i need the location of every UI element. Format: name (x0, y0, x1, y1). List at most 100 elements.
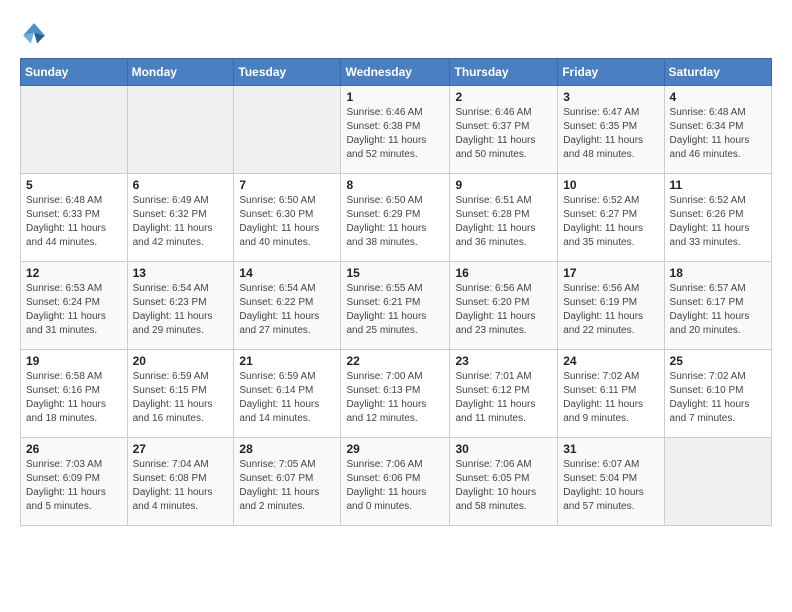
day-info: Sunrise: 7:06 AM Sunset: 6:05 PM Dayligh… (455, 458, 552, 514)
calendar-cell: 5 Sunrise: 6:48 AM Sunset: 6:33 PM Daylig… (21, 174, 128, 262)
calendar-cell: 22Sunrise: 7:00 AM Sunset: 6:13 PM Dayli… (341, 350, 450, 438)
calendar-cell: 18 Sunrise: 6:57 AM Sunset: 6:17 PM Dayli… (664, 262, 771, 350)
day-number: 19 (26, 354, 122, 368)
calendar-cell: 31Sunrise: 6:07 AM Sunset: 5:04 PM Dayli… (558, 438, 664, 526)
day-number: 2 (455, 90, 552, 104)
day-number: 17 (563, 266, 658, 280)
calendar-cell (234, 86, 341, 174)
day-number: 4 (670, 90, 766, 104)
calendar-cell: 19 Sunrise: 6:58 AM Sunset: 6:16 PM Dayli… (21, 350, 128, 438)
day-info: Sunrise: 6:56 AM Sunset: 6:20 PM Dayligh… (455, 282, 552, 338)
day-number: 20 (133, 354, 229, 368)
calendar-cell: 16 Sunrise: 6:56 AM Sunset: 6:20 PM Dayli… (450, 262, 558, 350)
day-info: Sunrise: 6:48 AM Sunset: 6:33 PM Dayligh… (26, 194, 122, 250)
day-info: Sunrise: 6:49 AM Sunset: 6:32 PM Dayligh… (133, 194, 229, 250)
day-info: Sunrise: 7:01 AM Sunset: 6:12 PM Dayligh… (455, 370, 552, 426)
calendar-cell: 12Sunrise: 6:53 AM Sunset: 6:24 PM Dayli… (21, 262, 128, 350)
day-info: Sunrise: 6:46 AM Sunset: 6:38 PM Dayligh… (346, 106, 444, 162)
weekday-header-sunday: Sunday (21, 59, 128, 86)
calendar-week-2: 5 Sunrise: 6:48 AM Sunset: 6:33 PM Daylig… (21, 174, 772, 262)
day-number: 1 (346, 90, 444, 104)
day-number: 28 (239, 442, 335, 456)
weekday-header-friday: Friday (558, 59, 664, 86)
calendar-cell: 30 Sunrise: 7:06 AM Sunset: 6:05 PM Dayli… (450, 438, 558, 526)
day-number: 9 (455, 178, 552, 192)
calendar-cell: 24 Sunrise: 7:02 AM Sunset: 6:11 PM Dayli… (558, 350, 664, 438)
calendar-week-4: 19 Sunrise: 6:58 AM Sunset: 6:16 PM Dayli… (21, 350, 772, 438)
calendar-cell: 14 Sunrise: 6:54 AM Sunset: 6:22 PM Dayli… (234, 262, 341, 350)
day-info: Sunrise: 6:56 AM Sunset: 6:19 PM Dayligh… (563, 282, 658, 338)
day-info: Sunrise: 6:52 AM Sunset: 6:27 PM Dayligh… (563, 194, 658, 250)
calendar-cell: 15Sunrise: 6:55 AM Sunset: 6:21 PM Dayli… (341, 262, 450, 350)
day-number: 26 (26, 442, 122, 456)
day-info: Sunrise: 6:54 AM Sunset: 6:23 PM Dayligh… (133, 282, 229, 338)
calendar-cell (127, 86, 234, 174)
weekday-header-wednesday: Wednesday (341, 59, 450, 86)
day-info: Sunrise: 6:52 AM Sunset: 6:26 PM Dayligh… (670, 194, 766, 250)
logo (20, 20, 52, 48)
day-info: Sunrise: 6:50 AM Sunset: 6:30 PM Dayligh… (239, 194, 335, 250)
day-number: 6 (133, 178, 229, 192)
day-info: Sunrise: 7:02 AM Sunset: 6:11 PM Dayligh… (563, 370, 658, 426)
calendar-cell: 28 Sunrise: 7:05 AM Sunset: 6:07 PM Dayli… (234, 438, 341, 526)
day-info: Sunrise: 6:55 AM Sunset: 6:21 PM Dayligh… (346, 282, 444, 338)
day-number: 3 (563, 90, 658, 104)
day-number: 12 (26, 266, 122, 280)
day-info: Sunrise: 7:06 AM Sunset: 6:06 PM Dayligh… (346, 458, 444, 514)
day-number: 10 (563, 178, 658, 192)
calendar-cell: 11 Sunrise: 6:52 AM Sunset: 6:26 PM Dayli… (664, 174, 771, 262)
day-number: 23 (455, 354, 552, 368)
logo-icon (20, 20, 48, 48)
calendar-cell: 2Sunrise: 6:46 AM Sunset: 6:37 PM Daylig… (450, 86, 558, 174)
page-header (20, 20, 772, 48)
calendar-cell: 20 Sunrise: 6:59 AM Sunset: 6:15 PM Dayli… (127, 350, 234, 438)
calendar-table: SundayMondayTuesdayWednesdayThursdayFrid… (20, 58, 772, 526)
calendar-week-5: 26 Sunrise: 7:03 AM Sunset: 6:09 PM Dayli… (21, 438, 772, 526)
day-number: 11 (670, 178, 766, 192)
day-info: Sunrise: 6:59 AM Sunset: 6:14 PM Dayligh… (239, 370, 335, 426)
calendar-cell: 27Sunrise: 7:04 AM Sunset: 6:08 PM Dayli… (127, 438, 234, 526)
calendar-cell: 9Sunrise: 6:51 AM Sunset: 6:28 PM Daylig… (450, 174, 558, 262)
day-number: 29 (346, 442, 444, 456)
calendar-cell: 7 Sunrise: 6:50 AM Sunset: 6:30 PM Daylig… (234, 174, 341, 262)
day-info: Sunrise: 6:58 AM Sunset: 6:16 PM Dayligh… (26, 370, 122, 426)
day-number: 25 (670, 354, 766, 368)
weekday-header-tuesday: Tuesday (234, 59, 341, 86)
weekday-header-saturday: Saturday (664, 59, 771, 86)
day-info: Sunrise: 7:05 AM Sunset: 6:07 PM Dayligh… (239, 458, 335, 514)
day-number: 31 (563, 442, 658, 456)
day-info: Sunrise: 7:04 AM Sunset: 6:08 PM Dayligh… (133, 458, 229, 514)
day-number: 18 (670, 266, 766, 280)
day-info: Sunrise: 6:59 AM Sunset: 6:15 PM Dayligh… (133, 370, 229, 426)
calendar-cell: 1 Sunrise: 6:46 AM Sunset: 6:38 PM Daylig… (341, 86, 450, 174)
calendar-cell: 13 Sunrise: 6:54 AM Sunset: 6:23 PM Dayli… (127, 262, 234, 350)
calendar-cell: 17 Sunrise: 6:56 AM Sunset: 6:19 PM Dayli… (558, 262, 664, 350)
day-number: 14 (239, 266, 335, 280)
calendar-cell: 10 Sunrise: 6:52 AM Sunset: 6:27 PM Dayli… (558, 174, 664, 262)
day-info: Sunrise: 6:57 AM Sunset: 6:17 PM Dayligh… (670, 282, 766, 338)
weekday-header-thursday: Thursday (450, 59, 558, 86)
calendar-cell: 4 Sunrise: 6:48 AM Sunset: 6:34 PM Daylig… (664, 86, 771, 174)
calendar-cell: 26 Sunrise: 7:03 AM Sunset: 6:09 PM Dayli… (21, 438, 128, 526)
day-number: 21 (239, 354, 335, 368)
calendar-cell: 25Sunrise: 7:02 AM Sunset: 6:10 PM Dayli… (664, 350, 771, 438)
day-number: 8 (346, 178, 444, 192)
day-number: 13 (133, 266, 229, 280)
calendar-cell: 29 Sunrise: 7:06 AM Sunset: 6:06 PM Dayli… (341, 438, 450, 526)
day-number: 30 (455, 442, 552, 456)
weekday-header-monday: Monday (127, 59, 234, 86)
calendar-body: 1 Sunrise: 6:46 AM Sunset: 6:38 PM Daylig… (21, 86, 772, 526)
calendar-week-1: 1 Sunrise: 6:46 AM Sunset: 6:38 PM Daylig… (21, 86, 772, 174)
calendar-cell: 21 Sunrise: 6:59 AM Sunset: 6:14 PM Dayli… (234, 350, 341, 438)
day-info: Sunrise: 7:03 AM Sunset: 6:09 PM Dayligh… (26, 458, 122, 514)
day-number: 5 (26, 178, 122, 192)
day-number: 16 (455, 266, 552, 280)
calendar-cell (21, 86, 128, 174)
calendar-cell: 23 Sunrise: 7:01 AM Sunset: 6:12 PM Dayli… (450, 350, 558, 438)
day-number: 7 (239, 178, 335, 192)
day-info: Sunrise: 6:47 AM Sunset: 6:35 PM Dayligh… (563, 106, 658, 162)
day-info: Sunrise: 6:48 AM Sunset: 6:34 PM Dayligh… (670, 106, 766, 162)
calendar-cell: 3 Sunrise: 6:47 AM Sunset: 6:35 PM Daylig… (558, 86, 664, 174)
day-info: Sunrise: 6:54 AM Sunset: 6:22 PM Dayligh… (239, 282, 335, 338)
day-number: 24 (563, 354, 658, 368)
